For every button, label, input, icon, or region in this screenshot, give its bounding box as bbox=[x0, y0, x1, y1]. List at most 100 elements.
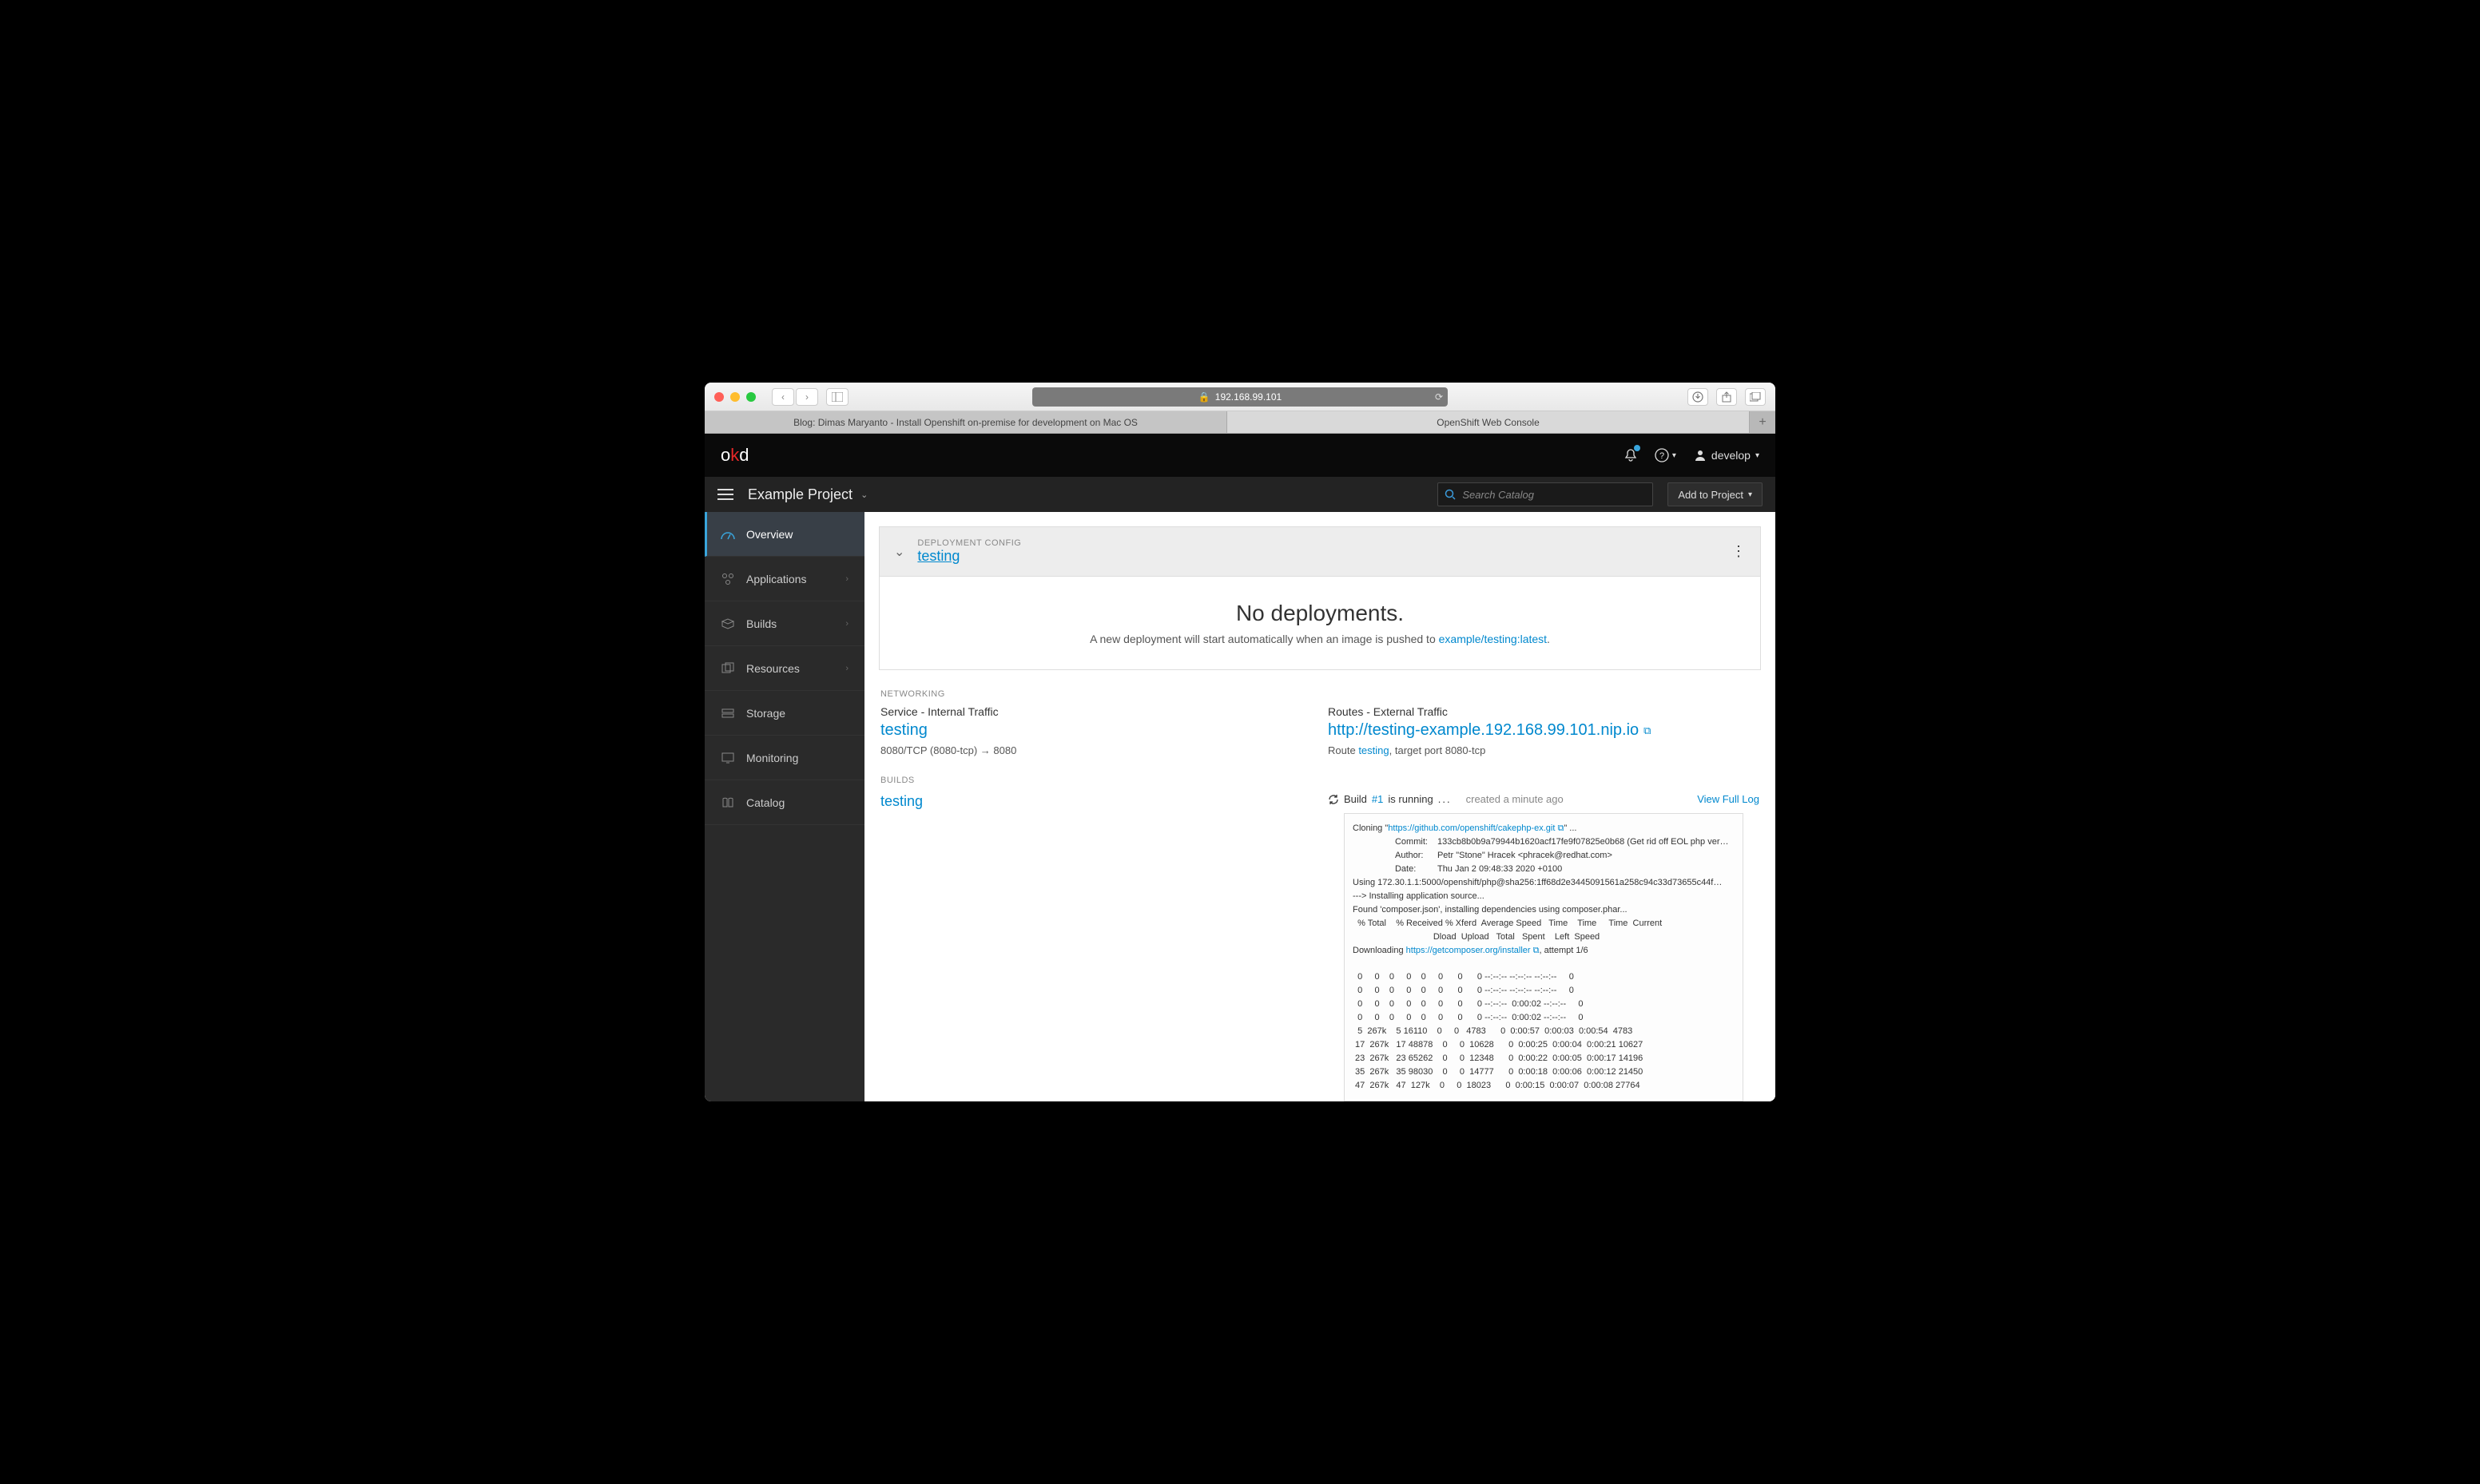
no-deployments-subtitle: A new deployment will start automaticall… bbox=[896, 633, 1744, 645]
dc-body: No deployments. A new deployment will st… bbox=[880, 577, 1760, 669]
traffic-lights bbox=[714, 392, 756, 402]
route-url-link[interactable]: http://testing-example.192.168.99.101.ni… bbox=[1328, 721, 1651, 740]
close-window-button[interactable] bbox=[714, 392, 724, 402]
username-label: develop bbox=[1711, 449, 1751, 462]
build-right: Build #1 is running created a minute ago… bbox=[1328, 793, 1759, 1101]
builds-icon bbox=[721, 617, 735, 630]
networking-label: NETWORKING bbox=[864, 689, 1775, 699]
image-stream-link[interactable]: example/testing:latest bbox=[1439, 633, 1547, 645]
share-button[interactable] bbox=[1716, 388, 1737, 406]
no-deployments-title: No deployments. bbox=[896, 601, 1744, 626]
collapse-toggle[interactable]: ⌄ bbox=[894, 544, 904, 560]
browser-tabs: Blog: Dimas Maryanto - Install Openshift… bbox=[705, 411, 1775, 434]
side-nav: Overview Applications › Builds › Resourc… bbox=[705, 512, 864, 1101]
catalog-icon bbox=[721, 797, 735, 808]
build-left: testing bbox=[880, 793, 1312, 1101]
browser-window: ‹ › 🔒 192.168.99.101 ⟳ Blog: Dimas Marya… bbox=[705, 383, 1775, 1101]
user-menu[interactable]: develop ▾ bbox=[1694, 449, 1759, 462]
build-number-link[interactable]: #1 bbox=[1372, 793, 1383, 805]
kebab-menu[interactable]: ⋮ bbox=[1731, 543, 1746, 560]
header-right: ? ▾ develop ▾ bbox=[1624, 448, 1759, 462]
nav-builds[interactable]: Builds › bbox=[705, 601, 864, 646]
nav-applications[interactable]: Applications › bbox=[705, 557, 864, 601]
svg-text:?: ? bbox=[1659, 451, 1664, 461]
route-title: Routes - External Traffic bbox=[1328, 705, 1759, 718]
storage-icon bbox=[721, 708, 735, 718]
service-title: Service - Internal Traffic bbox=[880, 705, 1312, 718]
titlebar-right bbox=[1687, 388, 1766, 406]
notification-badge bbox=[1634, 445, 1640, 451]
okd-logo[interactable]: okd bbox=[721, 445, 749, 466]
chevron-right-icon: › bbox=[845, 619, 849, 629]
forward-button[interactable]: › bbox=[796, 388, 818, 406]
nav-overview[interactable]: Overview bbox=[705, 512, 864, 557]
url-text: 192.168.99.101 bbox=[1215, 391, 1282, 403]
downloads-button[interactable] bbox=[1687, 388, 1708, 406]
chevron-down-icon: ▾ bbox=[1755, 451, 1759, 460]
minimize-window-button[interactable] bbox=[730, 392, 740, 402]
chevron-down-icon: ▾ bbox=[1672, 451, 1676, 460]
dc-name-link[interactable]: testing bbox=[917, 548, 960, 564]
service-link[interactable]: testing bbox=[880, 721, 928, 740]
nav-catalog[interactable]: Catalog bbox=[705, 780, 864, 825]
okd-header: okd ? ▾ develop ▾ bbox=[705, 434, 1775, 477]
sync-icon bbox=[1328, 794, 1339, 805]
route-col: Routes - External Traffic http://testing… bbox=[1328, 705, 1759, 756]
project-selector[interactable]: Example Project ⌄ bbox=[748, 486, 868, 503]
help-menu[interactable]: ? ▾ bbox=[1655, 448, 1676, 462]
build-config-link[interactable]: testing bbox=[880, 793, 923, 809]
add-to-project-button[interactable]: Add to Project ▾ bbox=[1667, 482, 1763, 506]
maximize-window-button[interactable] bbox=[746, 392, 756, 402]
notifications-button[interactable] bbox=[1624, 448, 1637, 462]
chevron-right-icon: › bbox=[845, 574, 849, 584]
build-status: Build #1 is running created a minute ago… bbox=[1328, 793, 1759, 805]
mac-titlebar: ‹ › 🔒 192.168.99.101 ⟳ bbox=[705, 383, 1775, 411]
browser-tab-blog[interactable]: Blog: Dimas Maryanto - Install Openshift… bbox=[705, 411, 1227, 433]
log-repo-link[interactable]: https://github.com/openshift/cakephp-ex.… bbox=[1388, 823, 1564, 833]
new-tab-button[interactable]: + bbox=[1750, 411, 1775, 433]
nav-monitoring[interactable]: Monitoring bbox=[705, 736, 864, 780]
route-name-link[interactable]: testing bbox=[1358, 744, 1389, 756]
view-full-log-link[interactable]: View Full Log bbox=[1697, 793, 1759, 805]
service-ports: 8080/TCP (8080-tcp) → 8080 bbox=[880, 744, 1312, 756]
build-created: created a minute ago bbox=[1466, 793, 1564, 805]
menu-toggle-button[interactable] bbox=[717, 489, 733, 500]
search-icon bbox=[1445, 489, 1456, 500]
external-link-icon: ⧉ bbox=[1643, 724, 1651, 737]
back-button[interactable]: ‹ bbox=[772, 388, 794, 406]
browser-tab-openshift[interactable]: OpenShift Web Console bbox=[1227, 411, 1750, 433]
content: ⌄ DEPLOYMENT CONFIG testing ⋮ No deploym… bbox=[864, 512, 1775, 1101]
service-col: Service - Internal Traffic testing 8080/… bbox=[880, 705, 1312, 756]
resources-icon bbox=[721, 662, 735, 675]
main-area: Overview Applications › Builds › Resourc… bbox=[705, 512, 1775, 1101]
user-icon bbox=[1694, 449, 1707, 462]
chevron-down-icon: ⌄ bbox=[860, 490, 868, 500]
builds-row: testing Build #1 is running created a mi… bbox=[864, 793, 1775, 1101]
nav-resources[interactable]: Resources › bbox=[705, 646, 864, 691]
lock-icon: 🔒 bbox=[1198, 391, 1210, 403]
apps-icon bbox=[721, 573, 735, 585]
monitor-icon bbox=[721, 752, 735, 764]
nav-buttons: ‹ › bbox=[772, 388, 818, 406]
dashboard-icon bbox=[721, 529, 735, 540]
tabs-overview-button[interactable] bbox=[1745, 388, 1766, 406]
nav-storage[interactable]: Storage bbox=[705, 691, 864, 736]
build-log[interactable]: Cloning "https://github.com/openshift/ca… bbox=[1344, 813, 1743, 1101]
chevron-down-icon: ▾ bbox=[1748, 490, 1752, 499]
log-composer-link[interactable]: https://getcomposer.org/installer ⧉ bbox=[1406, 946, 1540, 955]
sidebar-toggle-button[interactable] bbox=[826, 388, 849, 406]
project-name-label: Example Project bbox=[748, 486, 852, 503]
chevron-right-icon: › bbox=[845, 664, 849, 673]
running-dots bbox=[1438, 793, 1452, 805]
networking-row: Service - Internal Traffic testing 8080/… bbox=[864, 705, 1775, 756]
route-sub: Route testing, target port 8080-tcp bbox=[1328, 744, 1759, 756]
deployment-config-card: ⌄ DEPLOYMENT CONFIG testing ⋮ No deploym… bbox=[879, 526, 1761, 670]
search-catalog-input[interactable]: Search Catalog bbox=[1437, 482, 1653, 506]
builds-label: BUILDS bbox=[864, 776, 1775, 785]
dc-header: ⌄ DEPLOYMENT CONFIG testing ⋮ bbox=[880, 527, 1760, 577]
dc-type-label: DEPLOYMENT CONFIG bbox=[917, 538, 1021, 548]
search-placeholder: Search Catalog bbox=[1462, 489, 1534, 501]
url-bar[interactable]: 🔒 192.168.99.101 ⟳ bbox=[1032, 387, 1448, 407]
reload-icon[interactable]: ⟳ bbox=[1435, 391, 1443, 403]
project-bar: Example Project ⌄ Search Catalog Add to … bbox=[705, 477, 1775, 512]
